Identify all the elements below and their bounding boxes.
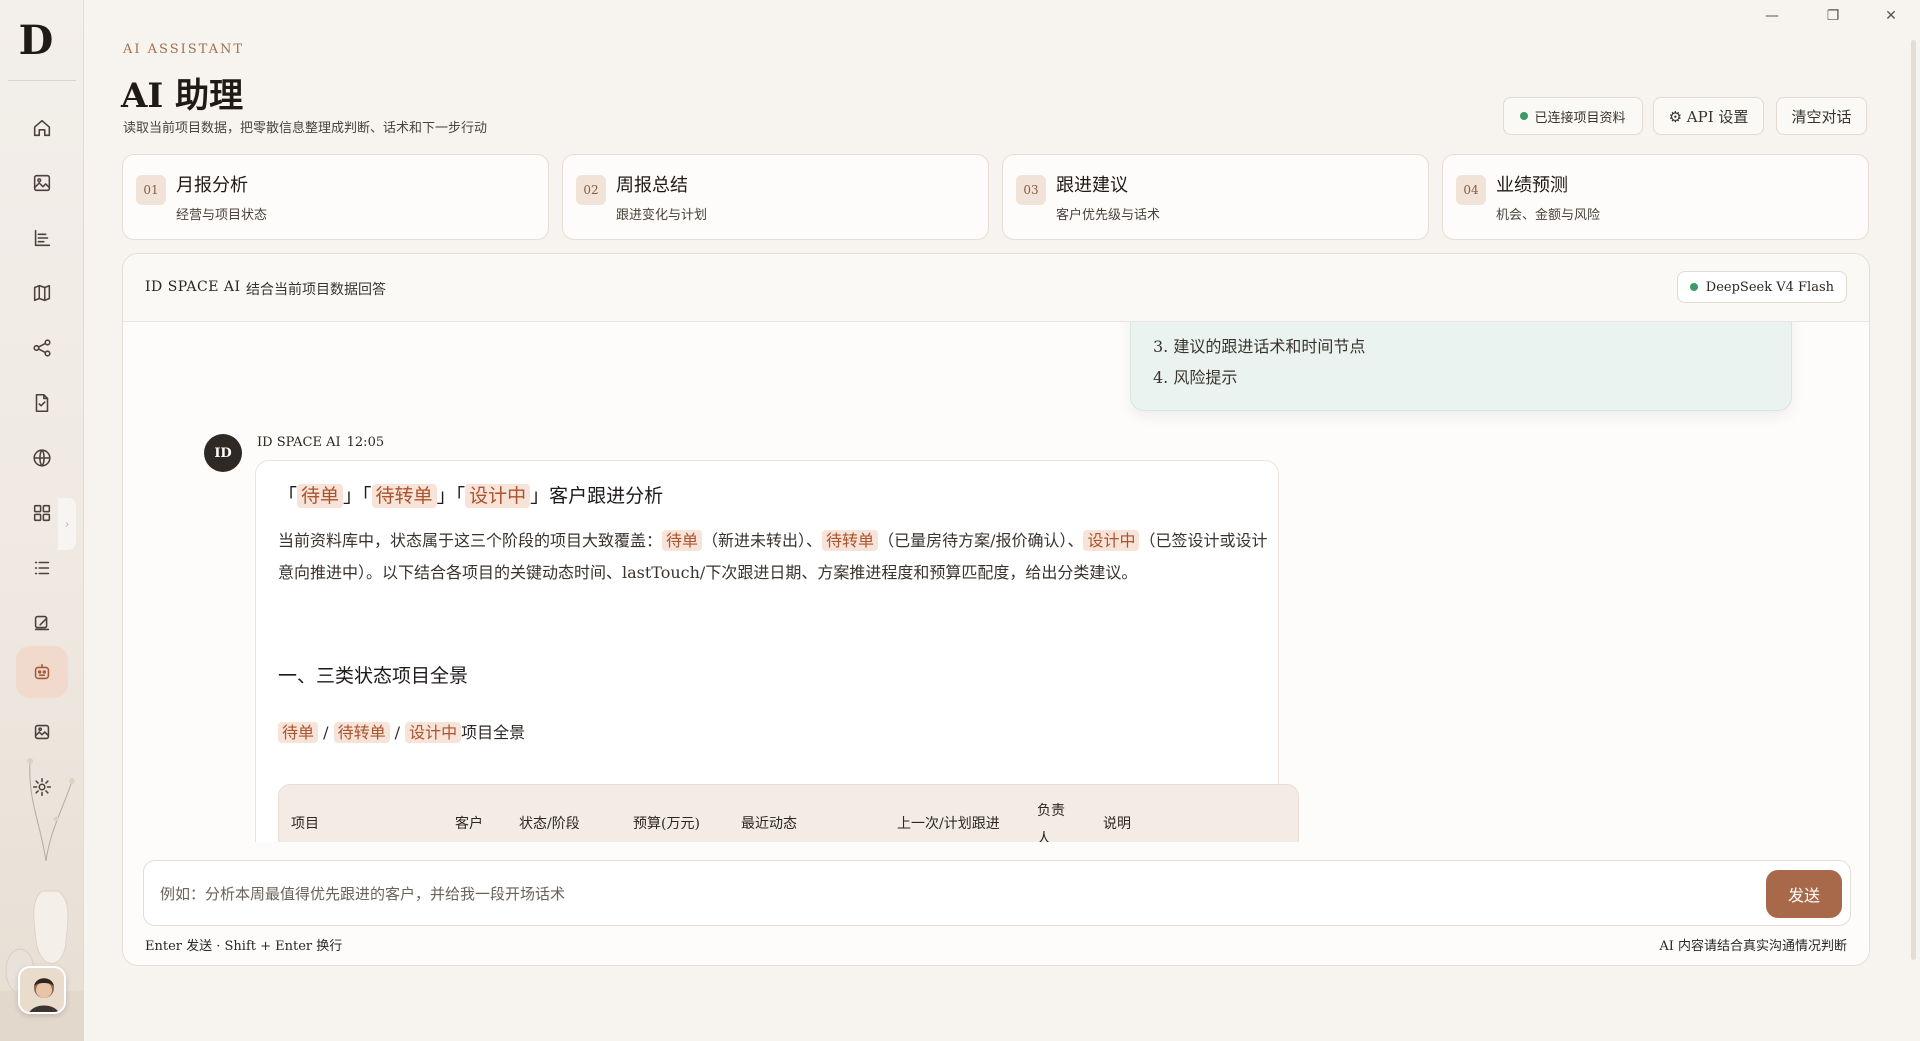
ai-disclaimer: AI 内容请结合真实沟通情况判断 xyxy=(1659,939,1847,954)
ai-subheading: 待单 / 待转单 / 设计中 项目全景 xyxy=(278,719,525,743)
status-dot xyxy=(1520,112,1529,120)
robot-icon[interactable] xyxy=(16,646,68,698)
send-button[interactable]: 发送 xyxy=(1766,870,1842,918)
app-logo: D xyxy=(18,16,54,64)
status-tag: 待单 xyxy=(278,722,319,743)
chat-messages[interactable]: 3. 建议的跟进话术和时间节点 4. 风险提示 ID ID SPACE AI 12… xyxy=(123,322,1869,842)
window-maximize-button[interactable]: ❐ xyxy=(1821,6,1845,26)
table-header: 上一次/计划跟进 xyxy=(897,816,1000,832)
card-title: 月报分析 xyxy=(176,175,248,196)
status-tag: 待转单 xyxy=(333,722,390,743)
table-header: 预算(万元) xyxy=(633,816,700,832)
user-avatar[interactable] xyxy=(18,966,66,1014)
chat-panel: ID SPACE AI 结合当前项目数据回答 DeepSeek V4 Flash… xyxy=(122,253,1870,966)
window-close-button[interactable]: ✕ xyxy=(1879,6,1903,26)
ai-avatar: ID xyxy=(204,434,242,472)
table-header: 项目 xyxy=(291,816,319,832)
card-title: 跟进建议 xyxy=(1056,175,1128,196)
ai-heading: 「待单 」「 待转单 」「 设计中 」客户跟进分析 xyxy=(278,484,664,508)
window-minimize-button[interactable]: — xyxy=(1760,6,1784,26)
chat-description: 结合当前项目数据回答 xyxy=(246,282,386,298)
model-name: DeepSeek V4 Flash xyxy=(1705,279,1834,295)
ai-message-meta: ID SPACE AI 12:05 xyxy=(257,435,384,450)
model-status-dot xyxy=(1689,283,1698,291)
quick-card-follow-up[interactable]: 03 跟进建议 客户优先级与话术 xyxy=(1002,154,1429,240)
keyboard-hint: Enter 发送 · Shift + Enter 换行 xyxy=(145,939,343,954)
table-header: 最近动态 xyxy=(741,816,797,832)
card-subtitle: 经营与项目状态 xyxy=(176,208,268,223)
quick-card-weekly-summary[interactable]: 02 周报总结 跟进变化与计划 xyxy=(562,154,989,240)
page-subtitle: 读取当前项目数据，把零散信息整理成判断、话术和下一步行动 xyxy=(123,121,488,136)
sidebar-collapse-handle[interactable]: › xyxy=(58,498,76,550)
grid-icon[interactable] xyxy=(22,493,62,533)
quick-card-monthly-report[interactable]: 01 月报分析 经营与项目状态 xyxy=(122,154,549,240)
chat-header: ID SPACE AI 结合当前项目数据回答 DeepSeek V4 Flash xyxy=(123,254,1869,322)
card-subtitle: 机会、金额与风险 xyxy=(1496,208,1601,223)
clear-chat-label: 清空对话 xyxy=(1791,107,1852,126)
sidebar: D › xyxy=(0,0,84,1041)
chat-brand: ID SPACE AI xyxy=(145,279,241,295)
status-tag: 待单 xyxy=(662,530,703,551)
model-selector[interactable]: DeepSeek V4 Flash xyxy=(1676,271,1847,303)
document-icon[interactable] xyxy=(22,383,62,423)
ai-paragraph: 当前资料库中，状态属于这三个阶段的项目大致覆盖： 待单 （新进未转出）、 待转单 （已量… xyxy=(278,525,1278,589)
image-icon[interactable] xyxy=(22,163,62,203)
table-header: 状态/阶段 xyxy=(519,816,580,832)
card-number: 03 xyxy=(1016,175,1046,205)
user-message: 3. 建议的跟进话术和时间节点 4. 风险提示 xyxy=(1130,322,1792,411)
ai-message: 「待单 」「 待转单 」「 设计中 」客户跟进分析 当前资料库中，状态属于这三个阶段的项目… xyxy=(255,460,1299,842)
page-eyebrow: AI ASSISTANT xyxy=(123,42,245,57)
status-tag: 设计中 xyxy=(465,484,531,508)
table-header: 说明 xyxy=(1103,816,1131,832)
api-settings-button[interactable]: ⚙ API 设置 xyxy=(1653,97,1764,135)
status-tag: 待转单 xyxy=(822,530,879,551)
edit-icon[interactable] xyxy=(22,603,62,643)
heading-suffix: 客户跟进分析 xyxy=(549,485,664,507)
status-tag: 设计中 xyxy=(405,722,462,743)
logo-divider xyxy=(8,80,76,81)
ai-name: ID SPACE AI xyxy=(257,435,341,450)
card-title: 业绩预测 xyxy=(1496,175,1568,196)
connection-status-label: 已连接项目资料 xyxy=(1534,110,1626,126)
user-message-line: 4. 风险提示 xyxy=(1153,368,1238,387)
connection-status-badge[interactable]: 已连接项目资料 xyxy=(1503,97,1643,135)
home-icon[interactable] xyxy=(22,108,62,148)
card-title: 周报总结 xyxy=(616,175,688,196)
card-subtitle: 客户优先级与话术 xyxy=(1056,208,1161,223)
quick-card-forecast[interactable]: 04 业绩预测 机会、金额与风险 xyxy=(1442,154,1869,240)
card-number: 01 xyxy=(136,175,166,205)
status-tag: 待单 xyxy=(297,484,344,508)
card-subtitle: 跟进变化与计划 xyxy=(616,208,708,223)
table-header: 负责人 xyxy=(1037,803,1065,842)
clear-chat-button[interactable]: 清空对话 xyxy=(1776,97,1867,135)
user-message-line: 3. 建议的跟进话术和时间节点 xyxy=(1153,337,1366,356)
list-chart-icon[interactable] xyxy=(22,218,62,258)
subheading-suffix: 项目全景 xyxy=(461,723,526,742)
para-text: 当前资料库中，状态属于这三个阶段的项目大致覆盖： xyxy=(278,531,663,550)
card-number: 02 xyxy=(576,175,606,205)
para-text: （已量房待方案/报价确认）、 xyxy=(878,531,1084,550)
api-settings-label: ⚙ API 设置 xyxy=(1668,107,1749,126)
checklist-icon[interactable] xyxy=(22,548,62,588)
ai-section-heading: 一、三类状态项目全景 xyxy=(278,665,469,687)
share-icon[interactable] xyxy=(22,328,62,368)
map-icon[interactable] xyxy=(22,273,62,313)
para-text: （新进未转出）、 xyxy=(702,531,823,550)
project-table: 项目 客户 状态/阶段 预算(万元) 最近动态 上一次/计划跟进 负责人 说明 xyxy=(278,784,1299,842)
message-input-box[interactable]: 发送 xyxy=(143,860,1851,926)
status-tag: 待转单 xyxy=(371,484,437,508)
ai-timestamp: 12:05 xyxy=(346,435,385,450)
table-header: 客户 xyxy=(455,816,483,832)
page-scrollbar[interactable] xyxy=(1911,40,1916,960)
card-number: 04 xyxy=(1456,175,1486,205)
message-input[interactable] xyxy=(160,879,1660,909)
status-tag: 设计中 xyxy=(1083,530,1140,551)
page-title: AI 助理 xyxy=(121,76,244,116)
globe-icon[interactable] xyxy=(22,438,62,478)
